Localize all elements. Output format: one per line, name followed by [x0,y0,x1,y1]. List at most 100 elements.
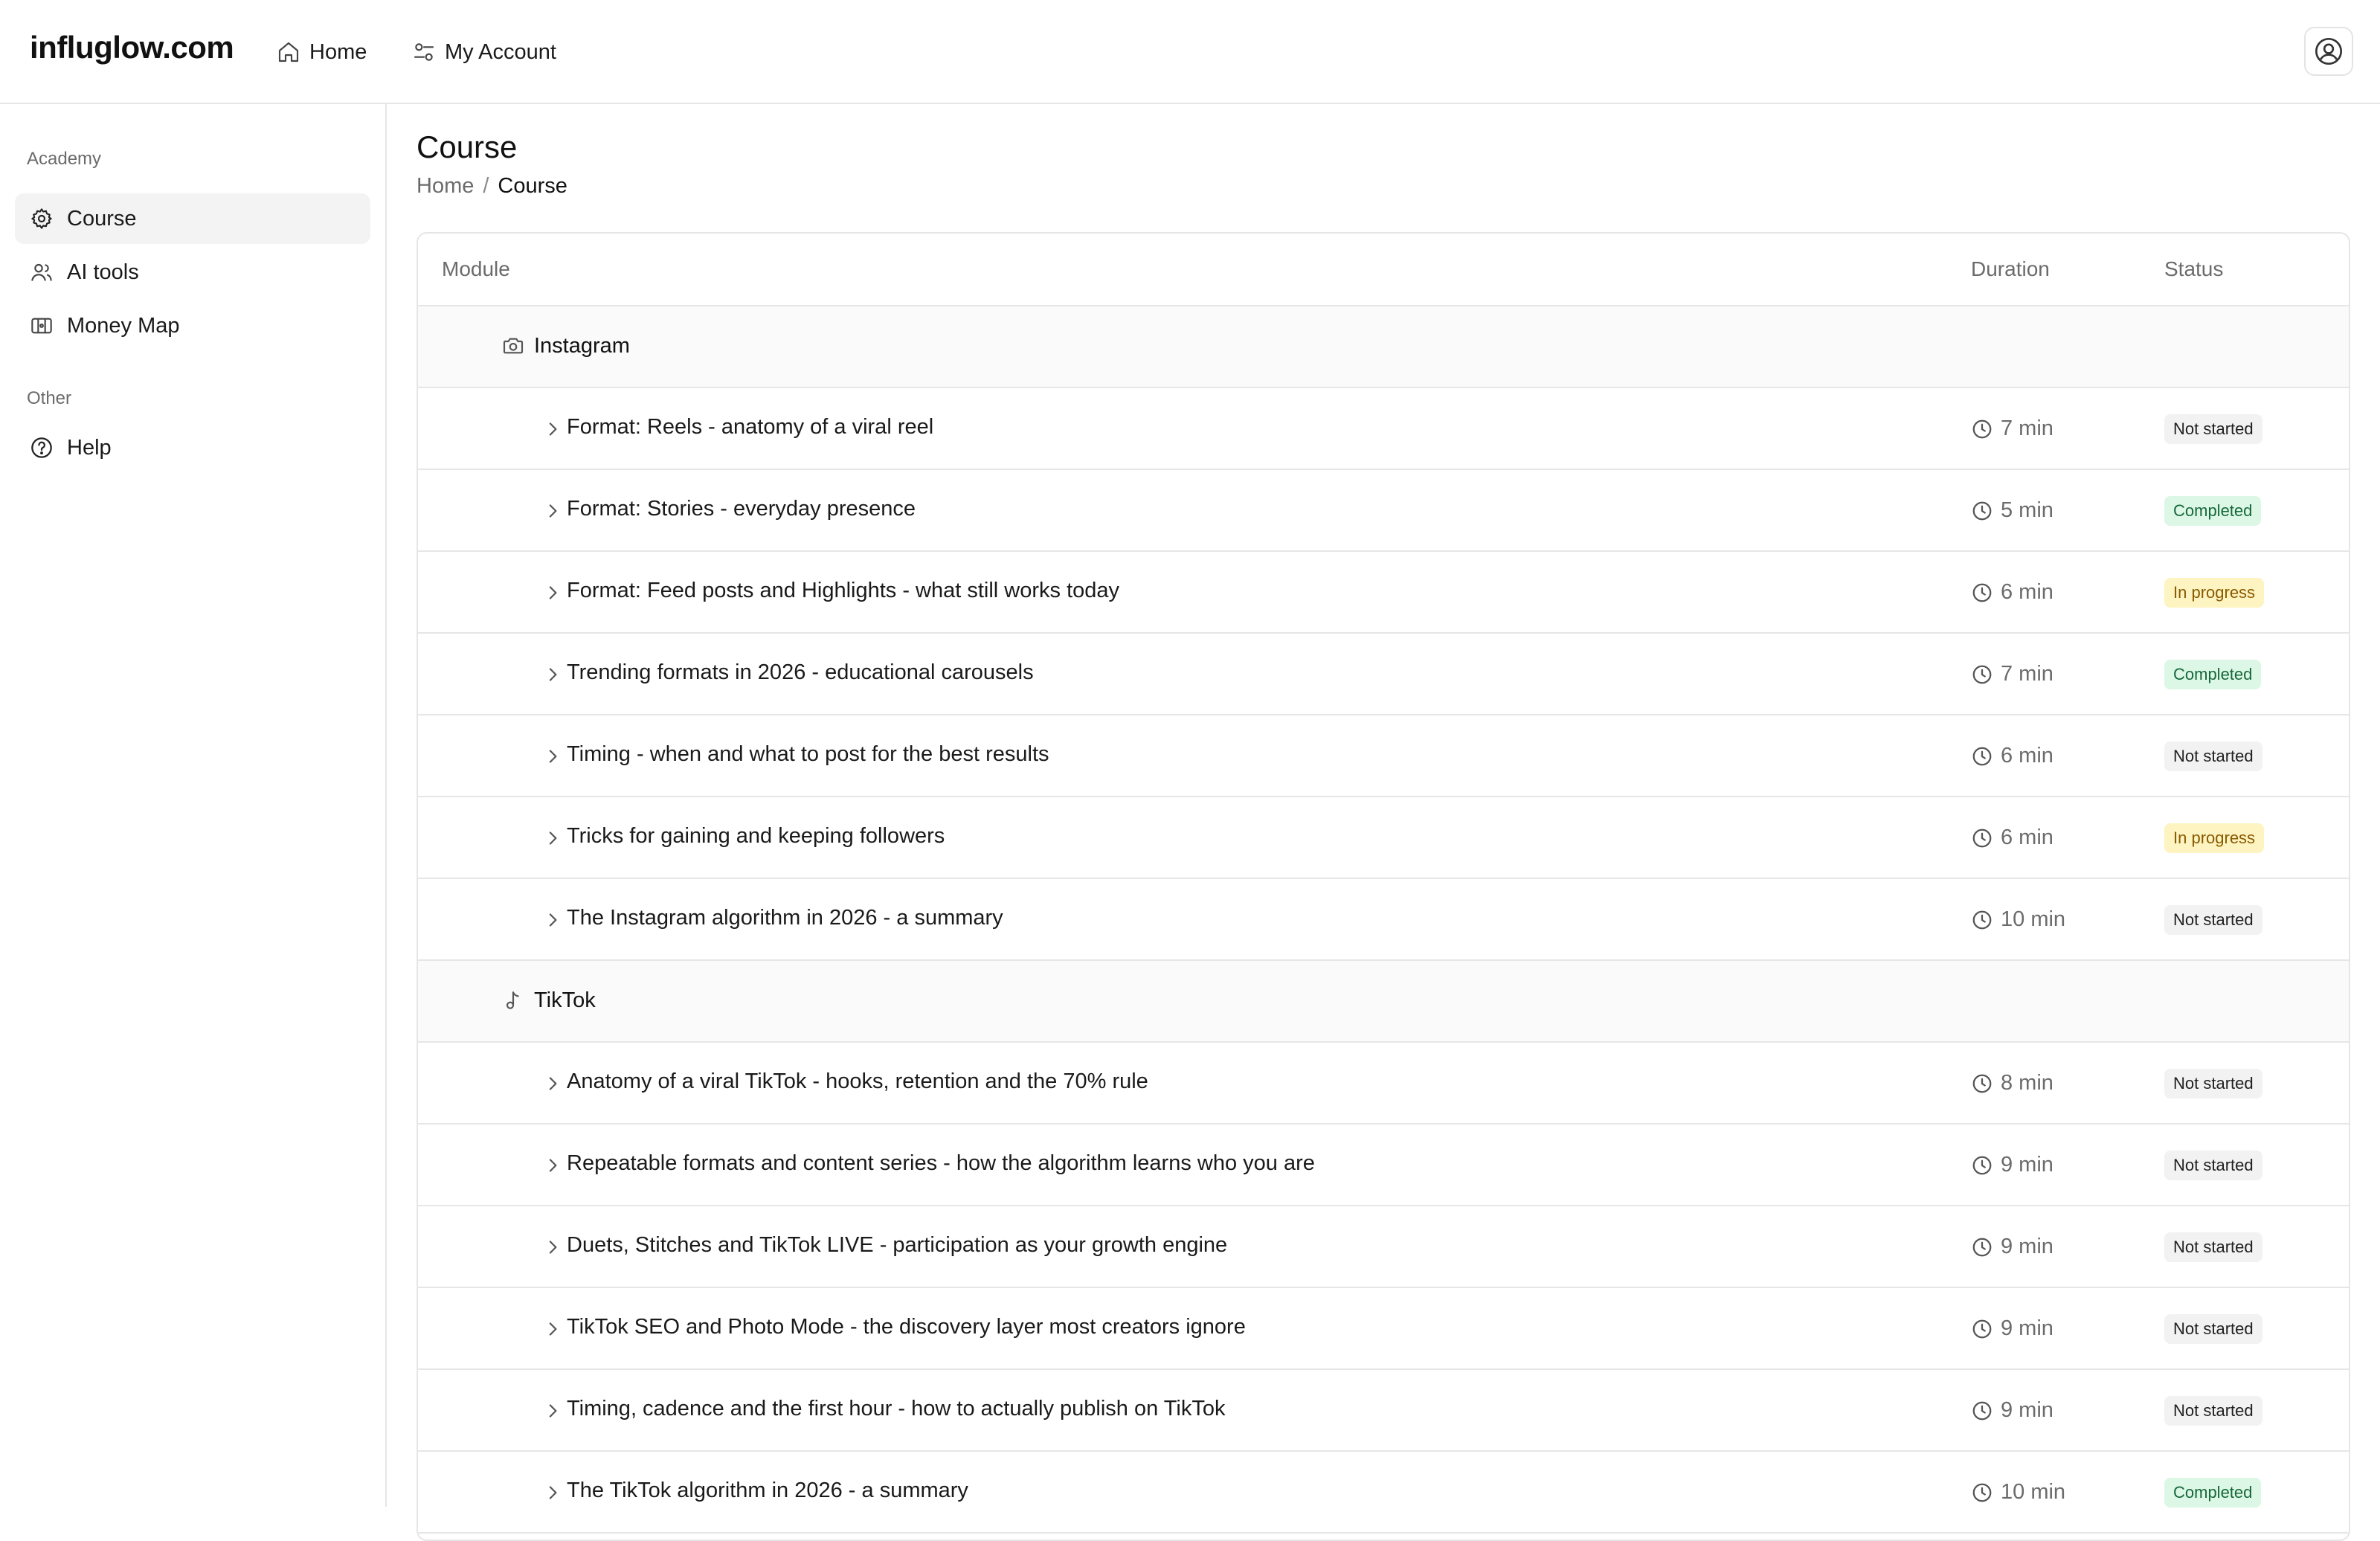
top-bar: influglow.com Home My Account [0,0,2380,104]
module-group-name: Instagram [534,334,630,358]
lesson-duration: 6 min [2001,580,2053,604]
nav-home-link[interactable]: Home [277,34,367,70]
module-group-row[interactable]: Instagram [418,306,2349,388]
sidebar-item-money-map[interactable]: Money Map [15,300,370,351]
table-row[interactable]: Format: Reels - anatomy of a viral reel 7… [418,388,2349,470]
lesson-title[interactable]: Format: Reels - anatomy of a viral reel [567,415,933,440]
chevron-right-icon[interactable] [541,1318,564,1340]
lesson-duration: 8 min [2001,1071,2053,1095]
brand-logo[interactable]: influglow.com [30,30,234,65]
table-body: Instagram Format: Reels - anatomy of a vi… [418,306,2349,1534]
clock-icon [1971,663,1993,686]
module-group-row[interactable]: TikTok [418,961,2349,1043]
user-circle-icon [2315,38,2342,65]
status-badge: Not started [2164,1396,2262,1426]
clock-icon [1971,745,1993,768]
gear-icon [31,208,52,229]
table-row[interactable]: Repeatable formats and content series - … [418,1125,2349,1206]
chevron-right-icon[interactable] [541,418,564,440]
status-badge: In progress [2164,578,2265,608]
chevron-right-icon[interactable] [541,909,564,931]
status-badge: In progress [2164,823,2265,853]
table-row[interactable]: Tricks for gaining and keeping followers… [418,797,2349,879]
home-icon [278,42,299,62]
sidebar-item-ai-tools[interactable]: AI tools [15,247,370,297]
lesson-title[interactable]: TikTok SEO and Photo Mode - the discover… [567,1315,1246,1339]
lesson-duration: 10 min [2001,1480,2066,1504]
user-menu-button[interactable] [2304,27,2353,76]
sidebar-section-other: Other [27,388,72,408]
lesson-title[interactable]: Tricks for gaining and keeping followers [567,824,945,849]
breadcrumb-home-link[interactable]: Home [416,174,474,199]
table-row[interactable]: Format: Feed posts and Highlights - what… [418,552,2349,634]
column-header-duration: Duration [1971,257,2050,280]
lesson-title[interactable]: Trending formats in 2026 - educational c… [567,660,1034,685]
nav-home-label: Home [309,39,367,64]
module-group-name: TikTok [534,988,596,1012]
lesson-duration: 9 min [2001,1153,2053,1177]
sidebar-item-help[interactable]: Help [15,422,370,473]
lesson-title[interactable]: Repeatable formats and content series - … [567,1151,1315,1176]
account-settings-icon [414,43,434,61]
nav-my-account-link[interactable]: My Account [412,34,556,70]
chevron-right-icon[interactable] [541,500,564,522]
sidebar-item-label: Course [67,206,137,231]
status-badge: Not started [2164,905,2262,935]
status-badge: Completed [2164,496,2262,526]
clock-icon [1971,500,1993,522]
sidebar-item-label: AI tools [67,260,139,284]
sidebar-item-label: Money Map [67,313,180,338]
lesson-title[interactable]: Timing, cadence and the first hour - how… [567,1397,1226,1421]
map-icon [31,318,52,334]
sidebar: Academy Course AI tools Money Map Other … [0,104,387,1507]
sidebar-item-course[interactable]: Course [15,193,370,244]
lesson-duration: 7 min [2001,416,2053,440]
table-row[interactable]: Timing, cadence and the first hour - how… [418,1370,2349,1452]
chevron-right-icon[interactable] [541,745,564,768]
chevron-right-icon[interactable] [541,1236,564,1258]
lesson-title[interactable]: Format: Stories - everyday presence [567,497,916,521]
chevron-right-icon[interactable] [541,1482,564,1504]
lesson-title[interactable]: Format: Feed posts and Highlights - what… [567,579,1119,603]
clock-icon [1971,418,1993,440]
clock-icon [1971,1482,1993,1504]
course-table: Module Duration Status Instagram Format: … [416,232,2350,1541]
lesson-duration: 9 min [2001,1316,2053,1340]
lesson-title[interactable]: Duets, Stitches and TikTok LIVE - partic… [567,1233,1227,1258]
lesson-duration: 6 min [2001,826,2053,849]
table-row[interactable]: Trending formats in 2026 - educational c… [418,634,2349,715]
table-row[interactable]: The TikTok algorithm in 2026 - a summary… [418,1452,2349,1534]
chevron-right-icon[interactable] [541,1072,564,1095]
clock-icon [1971,1318,1993,1340]
clock-icon [1971,1236,1993,1258]
chevron-right-icon[interactable] [541,1400,564,1422]
clock-icon [1971,827,1993,849]
status-badge: Not started [2164,1314,2262,1344]
status-badge: Not started [2164,741,2262,771]
lesson-duration: 5 min [2001,498,2053,522]
table-row[interactable]: Format: Stories - everyday presence 5 min… [418,470,2349,552]
lesson-title[interactable]: Timing - when and what to post for the b… [567,742,1049,767]
lesson-title[interactable]: Anatomy of a viral TikTok - hooks, reten… [567,1069,1148,1094]
lesson-title[interactable]: The TikTok algorithm in 2026 - a summary [567,1479,968,1503]
chevron-right-icon[interactable] [541,827,564,849]
status-badge: Not started [2164,1151,2262,1180]
table-row[interactable]: The Instagram algorithm in 2026 - a summ… [418,879,2349,961]
users-icon [31,263,52,281]
clock-icon [1971,582,1993,604]
chevron-right-icon[interactable] [541,582,564,604]
lesson-title[interactable]: The Instagram algorithm in 2026 - a summ… [567,906,1003,930]
chevron-right-icon[interactable] [541,1154,564,1177]
table-row[interactable]: Anatomy of a viral TikTok - hooks, reten… [418,1043,2349,1125]
page-title: Course [416,129,518,164]
breadcrumb: Home / Course [416,174,567,199]
status-badge: Completed [2164,1478,2262,1508]
lesson-duration: 9 min [2001,1398,2053,1422]
status-badge: Not started [2164,1232,2262,1262]
table-row[interactable]: Duets, Stitches and TikTok LIVE - partic… [418,1206,2349,1288]
status-badge: Completed [2164,660,2262,689]
lesson-duration: 7 min [2001,662,2053,686]
table-row[interactable]: Timing - when and what to post for the b… [418,715,2349,797]
table-row[interactable]: TikTok SEO and Photo Mode - the discover… [418,1288,2349,1370]
chevron-right-icon[interactable] [541,663,564,686]
